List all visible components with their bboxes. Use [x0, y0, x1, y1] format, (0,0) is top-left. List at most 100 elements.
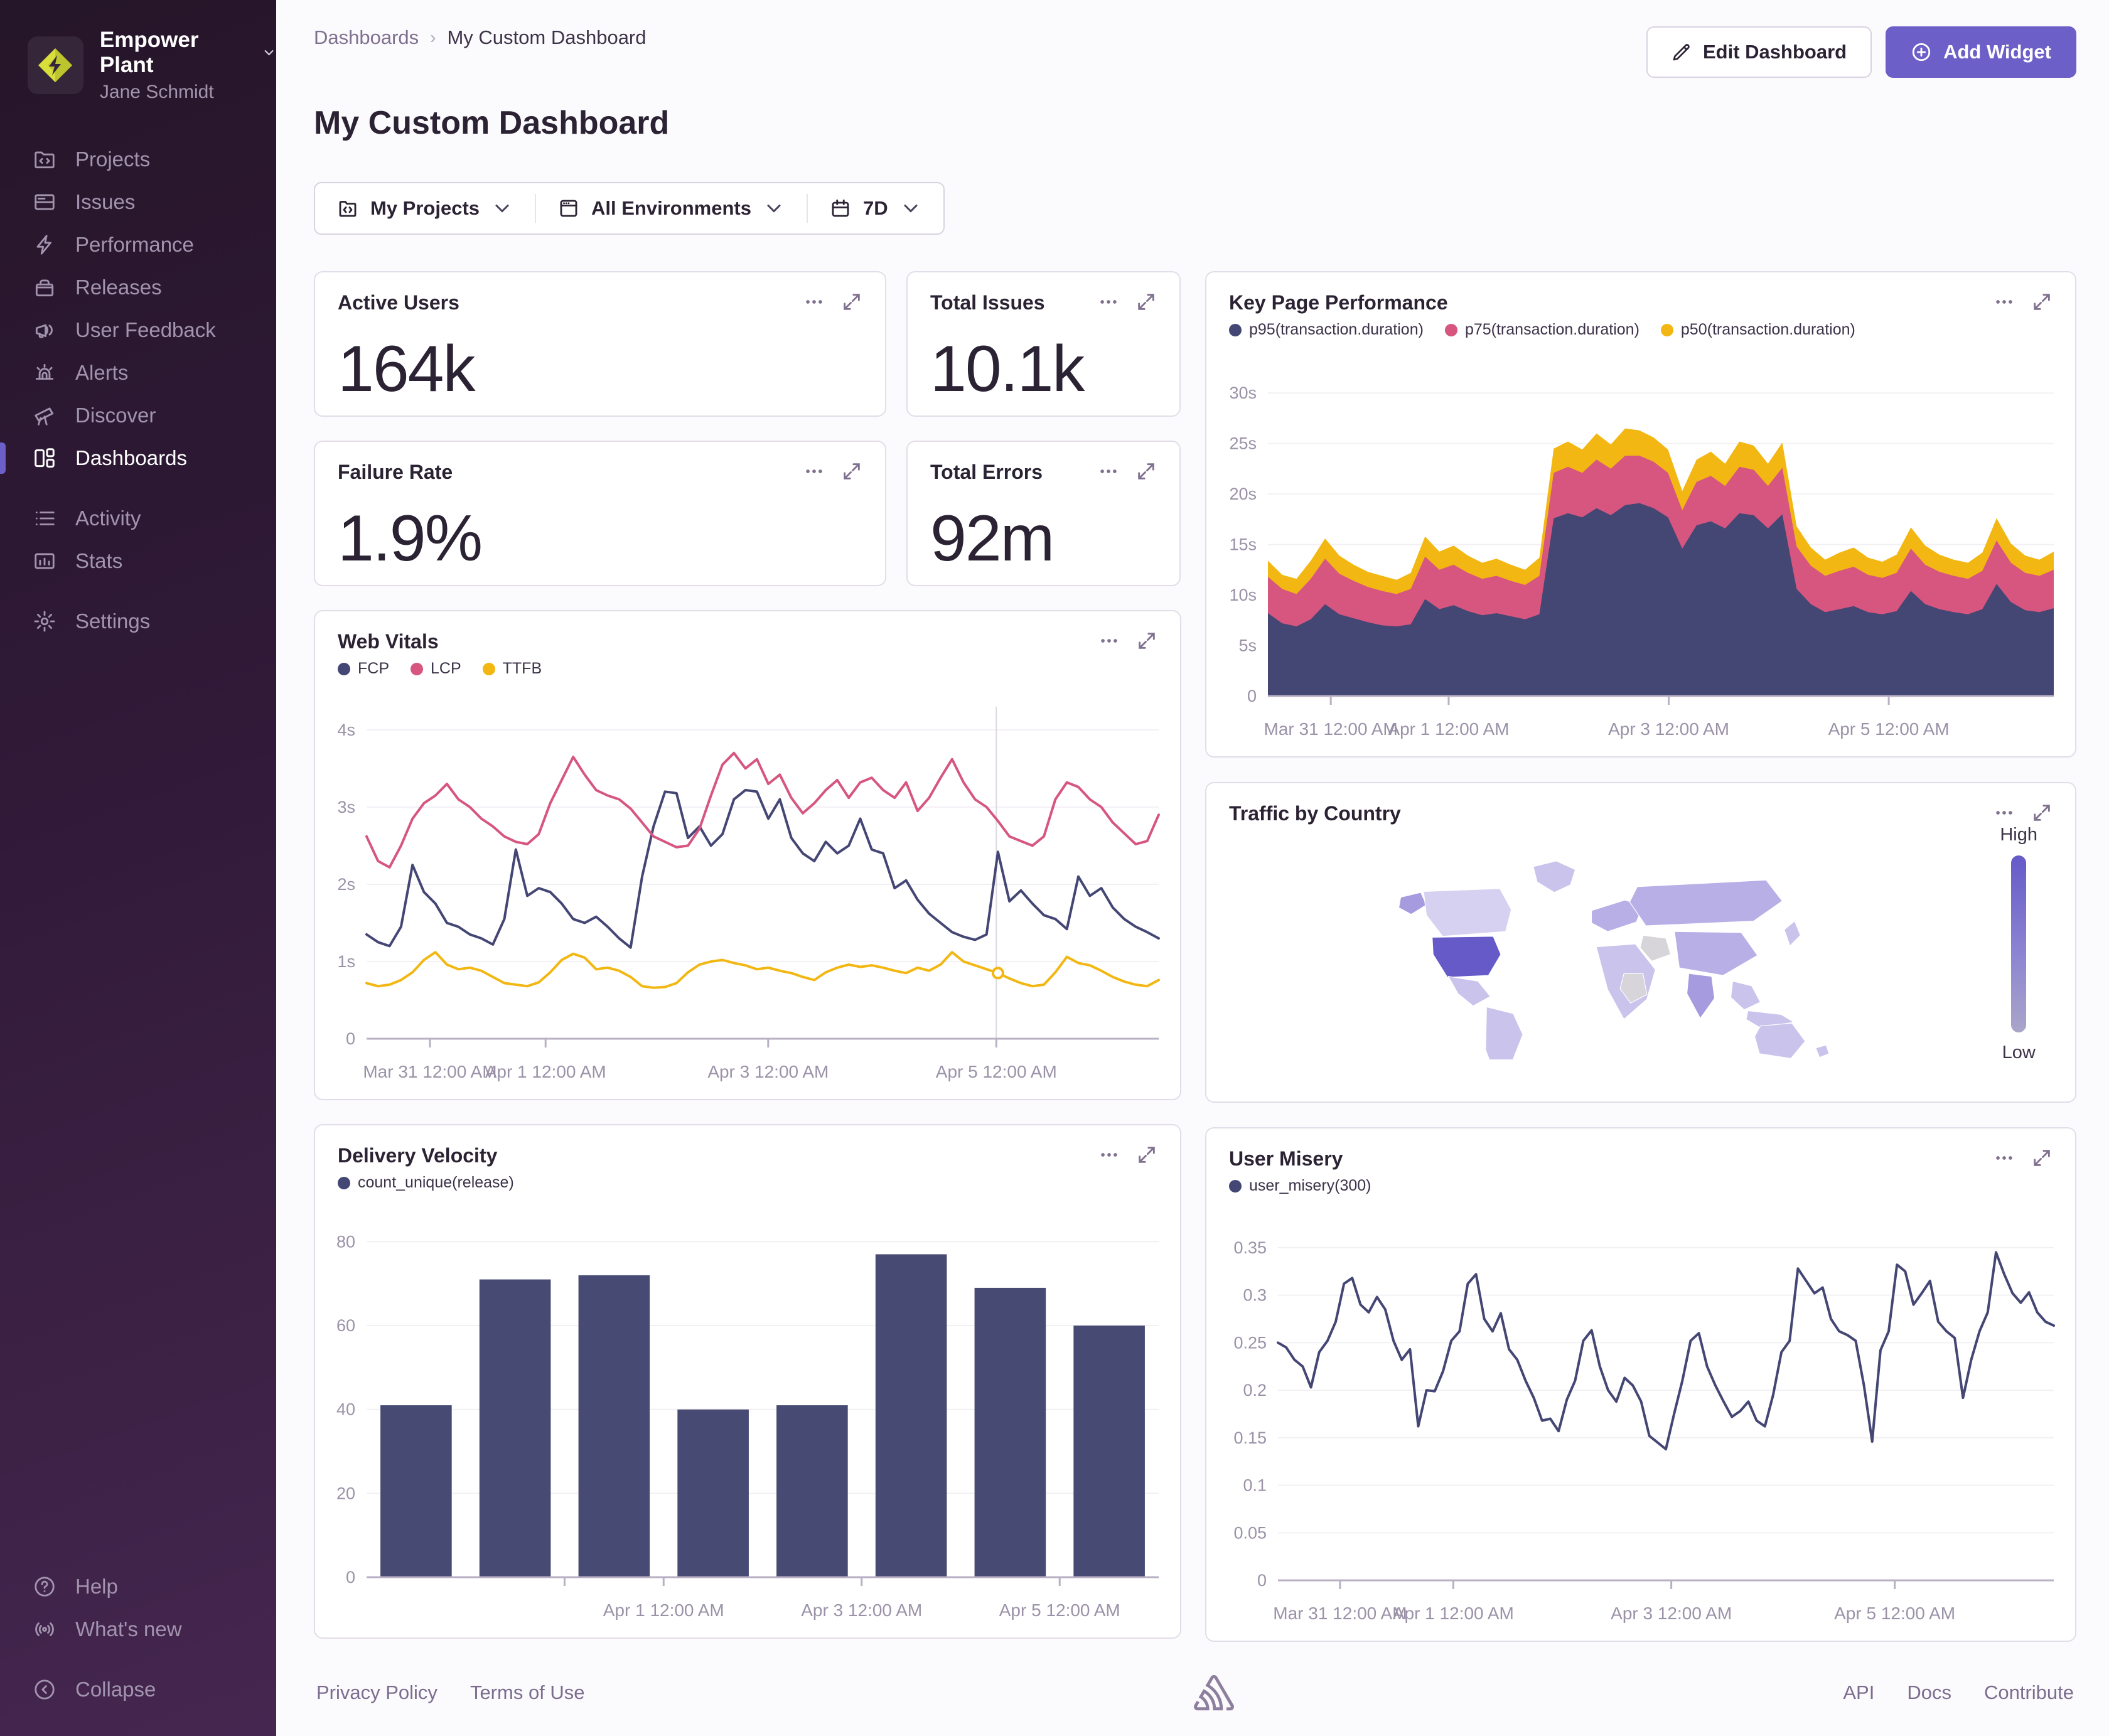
widget-active-users: Active Users 164k: [314, 271, 886, 417]
widget-title: Delivery Velocity: [338, 1144, 498, 1167]
expand-icon[interactable]: [1135, 291, 1157, 313]
sidebar-item-dashboards[interactable]: Dashboards: [0, 437, 276, 480]
expand-icon[interactable]: [841, 461, 862, 482]
country-russia: [1629, 879, 1783, 926]
svg-text:Apr 3 12:00 AM: Apr 3 12:00 AM: [1611, 1604, 1732, 1623]
legend-item[interactable]: FCP: [338, 660, 389, 678]
widget-value: 10.1k: [930, 333, 1085, 405]
widget-menu-icon[interactable]: [1994, 1147, 2015, 1169]
country-mexico: [1447, 975, 1491, 1007]
expand-icon[interactable]: [841, 291, 862, 313]
sidebar-collapse-button[interactable]: Collapse: [0, 1668, 276, 1711]
country-alaska: [1398, 892, 1427, 915]
siren-icon: [35, 363, 54, 380]
legend-item[interactable]: p50(transaction.duration): [1660, 321, 1855, 339]
map-gradient-bar: [2011, 855, 2027, 1032]
legend-item[interactable]: user_misery(300): [1229, 1177, 1371, 1195]
expand-icon[interactable]: [1136, 1144, 1157, 1165]
legend-item[interactable]: p75(transaction.duration): [1444, 321, 1639, 339]
sidebar-item-label: Collapse: [75, 1678, 156, 1701]
sidebar-item-label: Projects: [75, 147, 151, 171]
docs-link[interactable]: Docs: [1907, 1681, 1951, 1704]
sidebar-item-settings[interactable]: Settings: [0, 600, 276, 643]
delivery-velocity-chart[interactable]: 0 20 40 60 80 Apr 1 12:00 AM Apr 3 12:00 AM Apr…: [330, 1213, 1165, 1631]
legend-dot: [1229, 323, 1242, 336]
widget-menu-icon[interactable]: [1994, 802, 2015, 823]
svg-text:5s: 5s: [1238, 636, 1257, 655]
widget-value: 164k: [338, 333, 476, 405]
terms-of-use-link[interactable]: Terms of Use: [470, 1681, 585, 1704]
svg-text:Apr 1 12:00 AM: Apr 1 12:00 AM: [1393, 1604, 1514, 1623]
legend-item[interactable]: p95(transaction.duration): [1229, 321, 1424, 339]
add-widget-label: Add Widget: [1943, 41, 2051, 63]
chevron-down-icon: [904, 205, 918, 213]
user-misery-chart[interactable]: 0 0.05 0.1 0.15 0.2 0.25 0.3 0.35 Mar 31 12:00 A…: [1221, 1216, 2060, 1634]
breadcrumb-dashboards[interactable]: Dashboards: [314, 26, 419, 49]
legend-dot: [338, 662, 350, 675]
legend-dot: [411, 662, 423, 675]
sidebar-item-whats-new[interactable]: What's new: [0, 1608, 276, 1651]
sidebar-item-activity[interactable]: Activity: [0, 497, 276, 540]
sidebar-item-releases[interactable]: Releases: [0, 266, 276, 309]
sidebar-item-user-feedback[interactable]: User Feedback: [0, 309, 276, 351]
svg-text:Apr 5 12:00 AM: Apr 5 12:00 AM: [1828, 719, 1950, 739]
expand-icon[interactable]: [1135, 461, 1157, 482]
expand-icon[interactable]: [2031, 802, 2053, 823]
widget-menu-icon[interactable]: [803, 461, 825, 482]
svg-text:0.05: 0.05: [1233, 1523, 1267, 1542]
widget-menu-icon[interactable]: [1994, 291, 2015, 313]
widget-menu-icon[interactable]: [1098, 1144, 1120, 1165]
world-map[interactable]: [1376, 852, 1853, 1078]
widget-menu-icon[interactable]: [1098, 630, 1120, 651]
sidebar-item-label: Stats: [75, 549, 123, 572]
activity-list-icon: [35, 512, 55, 525]
project-filter[interactable]: My Projects: [315, 194, 535, 223]
org-switcher[interactable]: Empower Plant Jane Schmidt: [0, 0, 276, 122]
help-icon: [35, 1577, 55, 1597]
add-widget-button[interactable]: Add Widget: [1886, 26, 2076, 78]
sidebar-item-alerts[interactable]: Alerts: [0, 351, 276, 394]
sidebar-item-help[interactable]: Help: [0, 1565, 276, 1608]
legend-label: p95(transaction.duration): [1249, 321, 1424, 338]
country-new-zealand: [1815, 1044, 1830, 1058]
telescope-icon: [35, 407, 54, 426]
expand-icon[interactable]: [1136, 630, 1157, 651]
plus-circle-icon: [1912, 43, 1931, 62]
legend: p95(transaction.duration) p75(transactio…: [1229, 321, 1855, 339]
expand-icon[interactable]: [2031, 291, 2053, 313]
widget-menu-icon[interactable]: [803, 291, 825, 313]
web-vitals-chart[interactable]: 0 1s 2s 3s 4s Mar 31 12:00 AM Apr 1 12:00 AM Ap…: [330, 699, 1165, 1093]
sidebar-item-discover[interactable]: Discover: [0, 394, 276, 437]
legend-item[interactable]: TTFB: [482, 660, 542, 678]
date-range-filter[interactable]: 7D: [806, 194, 943, 223]
key-page-performance-chart[interactable]: 0 5s 10s 15s 20s 25s 30s Mar 31 12:00 AM Apr 1 1…: [1221, 360, 2060, 750]
environment-filter-value: All Environments: [591, 197, 751, 219]
sidebar-item-label: Dashboards: [75, 446, 187, 469]
environment-filter[interactable]: All Environments: [535, 194, 807, 223]
sidebar-item-performance[interactable]: Performance: [0, 223, 276, 266]
pencil-icon: [1673, 44, 1690, 61]
widget-menu-icon[interactable]: [1098, 291, 1119, 313]
svg-text:Apr 5 12:00 AM: Apr 5 12:00 AM: [936, 1062, 1057, 1081]
sidebar-item-projects[interactable]: Projects: [0, 138, 276, 181]
api-link[interactable]: API: [1843, 1681, 1874, 1704]
svg-text:Mar 31 12:00 AM: Mar 31 12:00 AM: [363, 1062, 496, 1081]
expand-icon[interactable]: [2031, 1147, 2053, 1169]
chevron-down-icon: [767, 205, 781, 213]
svg-text:20: 20: [336, 1484, 355, 1503]
sidebar-item-issues[interactable]: Issues: [0, 181, 276, 223]
svg-text:Apr 1 12:00 AM: Apr 1 12:00 AM: [1388, 719, 1509, 739]
widget-value: 92m: [930, 502, 1054, 575]
contribute-link[interactable]: Contribute: [1984, 1681, 2074, 1704]
edit-dashboard-button[interactable]: Edit Dashboard: [1646, 26, 1872, 78]
legend-label: p75(transaction.duration): [1464, 321, 1639, 338]
legend-label: FCP: [358, 660, 389, 677]
sidebar-item-stats[interactable]: Stats: [0, 540, 276, 582]
privacy-policy-link[interactable]: Privacy Policy: [316, 1681, 437, 1704]
svg-text:Apr 5 12:00 AM: Apr 5 12:00 AM: [999, 1600, 1120, 1620]
legend-item[interactable]: count_unique(release): [338, 1174, 514, 1192]
legend-item[interactable]: LCP: [411, 660, 461, 678]
widget-title: Failure Rate: [338, 461, 453, 483]
svg-text:Mar 31 12:00 AM: Mar 31 12:00 AM: [1273, 1604, 1407, 1623]
widget-menu-icon[interactable]: [1098, 461, 1119, 482]
